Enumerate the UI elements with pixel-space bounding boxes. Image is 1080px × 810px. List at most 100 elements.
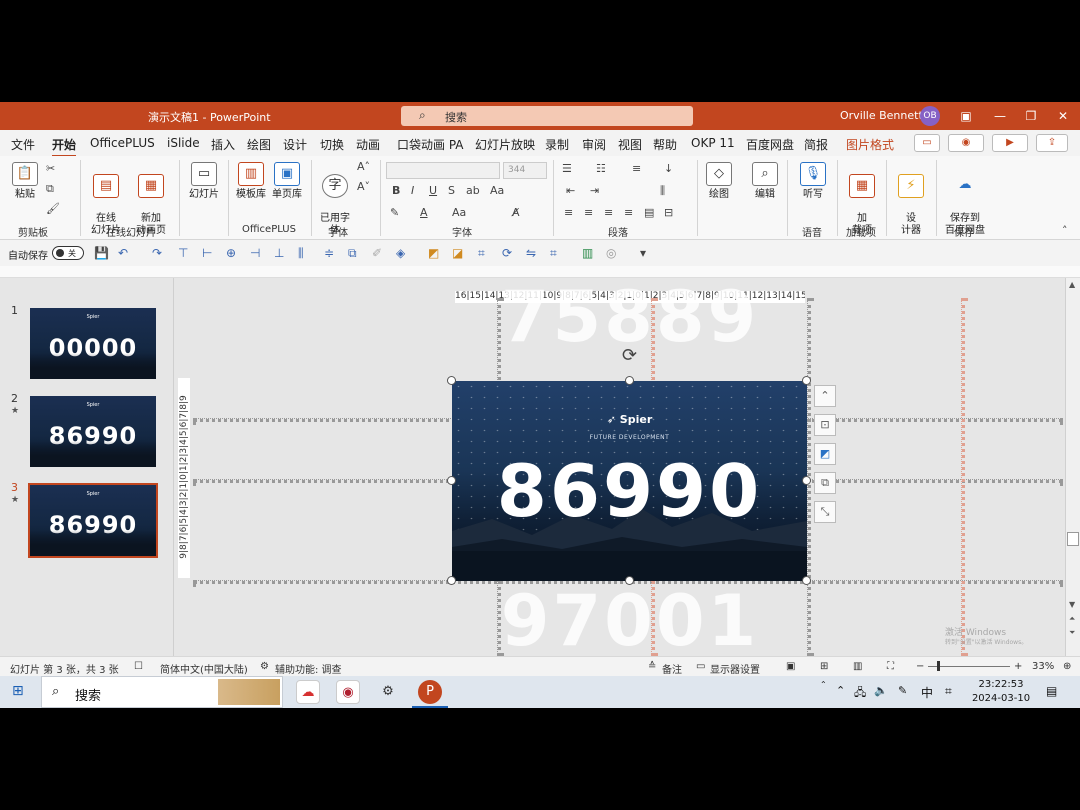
- avatar[interactable]: OB: [920, 106, 940, 126]
- editing-button[interactable]: ⌕ 编辑: [749, 162, 781, 201]
- prev-slide-icon[interactable]: ⏶: [1069, 614, 1075, 624]
- slide-thumbnail-2[interactable]: Spier 86990: [30, 396, 156, 467]
- font-size-aa-icon[interactable]: Aa: [452, 206, 466, 219]
- collapse-panel-icon[interactable]: ⌃: [814, 385, 836, 407]
- paste-button[interactable]: 📋 粘贴: [10, 162, 40, 201]
- slideshow-view-icon[interactable]: ⛶: [887, 661, 894, 672]
- slide-sorter-icon[interactable]: ⊞: [820, 661, 828, 672]
- send-backward-icon[interactable]: ◪: [452, 246, 463, 260]
- align-bottom-icon[interactable]: ⊥: [274, 246, 284, 260]
- tab-brief[interactable]: 简报: [804, 136, 828, 153]
- justify-icon[interactable]: ≡: [624, 206, 633, 219]
- display-settings-button[interactable]: 显示器设置: [710, 661, 760, 676]
- minimize-icon[interactable]: —: [990, 106, 1010, 126]
- font-size-select[interactable]: 344: [503, 162, 547, 179]
- zoom-in-icon[interactable]: +: [1014, 661, 1022, 672]
- bold-icon[interactable]: B: [392, 184, 400, 197]
- strikethrough-icon[interactable]: S: [448, 184, 455, 197]
- text-align-icon[interactable]: ⊟: [664, 206, 673, 219]
- resize-handle[interactable]: [447, 376, 456, 385]
- vertical-scrollbar[interactable]: ▲ ▼ ⏶ ⏷: [1065, 278, 1080, 656]
- ime-mode-icon[interactable]: ⌗: [945, 684, 952, 699]
- pen-tray-icon[interactable]: ✎: [898, 684, 907, 697]
- network-icon[interactable]: 🖧: [854, 684, 866, 703]
- distribute-h-icon[interactable]: ⫼: [298, 246, 304, 261]
- increase-indent-icon[interactable]: ⇥: [590, 184, 599, 197]
- zoom-slider-track[interactable]: [928, 666, 1010, 667]
- notification-icon[interactable]: ▤: [1046, 684, 1057, 698]
- zoom-level[interactable]: 33%: [1032, 661, 1054, 672]
- fill-icon[interactable]: ◈: [396, 246, 405, 260]
- decrease-font-icon[interactable]: A˅: [357, 180, 370, 193]
- pen-icon[interactable]: ✐: [372, 246, 382, 260]
- tab-slideshow[interactable]: 幻灯片放映: [475, 136, 535, 153]
- slides-button[interactable]: ▭ 幻灯片: [186, 162, 222, 201]
- align-center-icon[interactable]: ≡: [584, 206, 593, 219]
- tab-officeplus[interactable]: OfficePLUS: [90, 136, 155, 150]
- save-icon[interactable]: 💾: [94, 246, 109, 260]
- align-left-icon[interactable]: ≡: [564, 206, 573, 219]
- spelling-icon[interactable]: ☐: [134, 661, 143, 672]
- share-button[interactable]: ⇪: [1036, 134, 1068, 152]
- line-spacing-icon[interactable]: ≡: [632, 162, 641, 175]
- tab-islide[interactable]: iSlide: [167, 136, 200, 150]
- bullets-icon[interactable]: ☰: [562, 162, 572, 175]
- slide-editing-canvas[interactable]: 16|15|14|13|12|11|10|9|8|7|6|5|4|3|2|1|0…: [175, 278, 1065, 656]
- tab-draw[interactable]: 绘图: [247, 136, 271, 153]
- cut-icon[interactable]: ✂: [46, 162, 55, 175]
- tab-file[interactable]: 文件: [11, 136, 35, 153]
- rotate-icon[interactable]: ⟳: [502, 246, 512, 260]
- resize-tool-icon[interactable]: ⤡: [814, 501, 836, 523]
- tab-help[interactable]: 帮助: [653, 136, 677, 153]
- change-case-icon[interactable]: Aa: [490, 184, 504, 197]
- search-box[interactable]: ⌕ 搜索: [401, 106, 693, 126]
- rotate-handle-icon[interactable]: ⟳: [622, 345, 637, 366]
- flip-icon[interactable]: ⇋: [526, 246, 536, 260]
- resize-handle[interactable]: [625, 376, 634, 385]
- crop-icon[interactable]: ⌗: [478, 246, 485, 261]
- tab-review[interactable]: 审阅: [582, 136, 606, 153]
- ribbon-display-icon[interactable]: ▣: [956, 106, 976, 126]
- taskbar-search[interactable]: ⌕ 搜索: [41, 676, 283, 708]
- settings-icon[interactable]: ⚙: [376, 680, 400, 704]
- template-lib-button[interactable]: ▥ 模板库: [234, 162, 268, 201]
- tab-pocket-animation[interactable]: 口袋动画 PA: [397, 136, 464, 153]
- redo-icon[interactable]: ↷: [152, 246, 162, 260]
- undo-icon[interactable]: ↶: [118, 246, 128, 260]
- copy-icon[interactable]: ⧉: [46, 182, 54, 196]
- clear-format-icon[interactable]: A̸: [512, 206, 520, 219]
- distribute-v-icon[interactable]: ≑: [324, 246, 334, 260]
- underline-icon[interactable]: U: [429, 184, 437, 197]
- resize-handle[interactable]: [802, 376, 811, 385]
- app-icon-cloud[interactable]: ☁: [296, 680, 320, 704]
- zoom-out-icon[interactable]: −: [916, 661, 924, 672]
- align-right-tool-icon[interactable]: ⊣: [250, 246, 260, 260]
- tab-home[interactable]: 开始: [52, 136, 77, 158]
- crop-dropdown-icon[interactable]: ⌗: [550, 246, 557, 261]
- language-status[interactable]: 简体中文(中国大陆): [160, 661, 248, 676]
- record-button[interactable]: ◉: [948, 134, 984, 152]
- theme-icon[interactable]: ◎: [606, 246, 616, 260]
- reading-view-icon[interactable]: ▥: [853, 661, 862, 672]
- windows-start-icon[interactable]: ⊞: [12, 683, 24, 699]
- tab-animations[interactable]: 动画: [356, 136, 380, 153]
- slide-thumbnail-3[interactable]: Spier 86990: [30, 485, 156, 556]
- decrease-indent-icon[interactable]: ⇤: [566, 184, 575, 197]
- notes-icon[interactable]: ≙: [648, 661, 656, 672]
- system-clock[interactable]: 23:22:53 2024-03-10: [966, 678, 1036, 706]
- format-painter-icon[interactable]: 🖌: [46, 202, 60, 215]
- font-name-select[interactable]: [386, 162, 500, 179]
- scroll-thumb[interactable]: [1067, 532, 1079, 546]
- resize-handle[interactable]: [802, 476, 811, 485]
- font-color-icon[interactable]: A: [420, 206, 428, 219]
- restore-icon[interactable]: ❐: [1021, 106, 1041, 126]
- tray-scroll-icon[interactable]: ⌃: [820, 680, 827, 689]
- comments-button[interactable]: ▭: [914, 134, 940, 152]
- current-slide[interactable]: ➶ Spier FUTURE DEVELOPMENT 86990: [452, 381, 807, 581]
- align-left-tool-icon[interactable]: ⊢: [202, 246, 212, 260]
- align-top-icon[interactable]: ⊤: [178, 246, 188, 260]
- slide-thumbnail-1[interactable]: Spier 00000: [30, 308, 156, 379]
- resize-handle[interactable]: [625, 576, 634, 585]
- accessibility-icon[interactable]: ⚙: [260, 661, 269, 672]
- layout-options-icon[interactable]: ⊡: [814, 414, 836, 436]
